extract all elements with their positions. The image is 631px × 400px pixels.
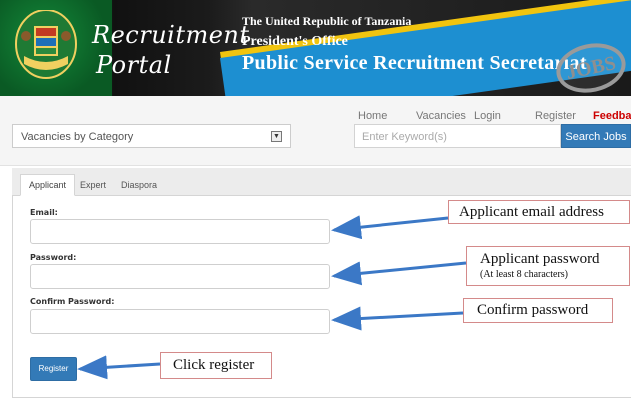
jobs-badge-text: JOBS	[564, 51, 618, 84]
gov-secretariat-text: Public Service Recruitment Secretariat	[242, 52, 587, 74]
gov-office-text: President's Office	[242, 34, 348, 49]
password-label: Password:	[30, 253, 77, 262]
tab-diaspora[interactable]: Diaspora	[112, 174, 166, 196]
confirm-password-label: Confirm Password:	[30, 297, 115, 306]
password-field[interactable]	[30, 264, 330, 289]
callout-register: Click register	[160, 352, 272, 379]
chevron-down-icon[interactable]: ▼	[271, 131, 282, 142]
callout-password-subtext: (At least 8 characters)	[480, 269, 569, 280]
callout-email: Applicant email address	[448, 200, 630, 224]
coat-of-arms-icon	[15, 10, 77, 79]
callout-email-text: Applicant email address	[459, 204, 604, 220]
nav-vacancies-link[interactable]: Vacancies	[416, 110, 466, 122]
header-banner: Recruitment Portal The United Republic o…	[0, 0, 631, 96]
portal-title-line1: Recruitment	[92, 21, 250, 49]
callout-password: Applicant password (At least 8 character…	[466, 246, 630, 286]
callout-password-text: Applicant password	[480, 251, 600, 267]
government-heading: The United Republic of Tanzania Presiden…	[242, 14, 587, 74]
nav-register-link[interactable]: Register	[535, 110, 576, 122]
category-select[interactable]: Vacancies by Category ▼	[12, 124, 291, 148]
callout-confirm: Confirm password	[463, 298, 613, 323]
nav-login-link[interactable]: Login	[474, 110, 501, 122]
tab-expert[interactable]: Expert	[71, 174, 115, 196]
tab-applicant[interactable]: Applicant	[20, 174, 76, 196]
gov-republic-text: The United Republic of Tanzania	[242, 14, 412, 28]
register-button[interactable]: Register	[30, 357, 77, 381]
email-field[interactable]	[30, 219, 330, 244]
nav-feedback-link[interactable]: Feedback	[593, 110, 631, 122]
callout-confirm-text: Confirm password	[477, 302, 589, 318]
search-jobs-button[interactable]: Search Jobs	[561, 124, 631, 148]
keyword-search-input[interactable]: Enter Keyword(s)	[354, 124, 561, 148]
confirm-password-field[interactable]	[30, 309, 330, 334]
keyword-placeholder: Enter Keyword(s)	[362, 131, 447, 143]
callout-register-text: Click register	[173, 357, 255, 373]
portal-title: Recruitment Portal	[92, 20, 250, 80]
email-label: Email:	[30, 208, 58, 217]
nav-home-link[interactable]: Home	[358, 110, 387, 122]
portal-title-line2: Portal	[96, 51, 172, 79]
category-select-value: Vacancies by Category	[21, 131, 134, 143]
